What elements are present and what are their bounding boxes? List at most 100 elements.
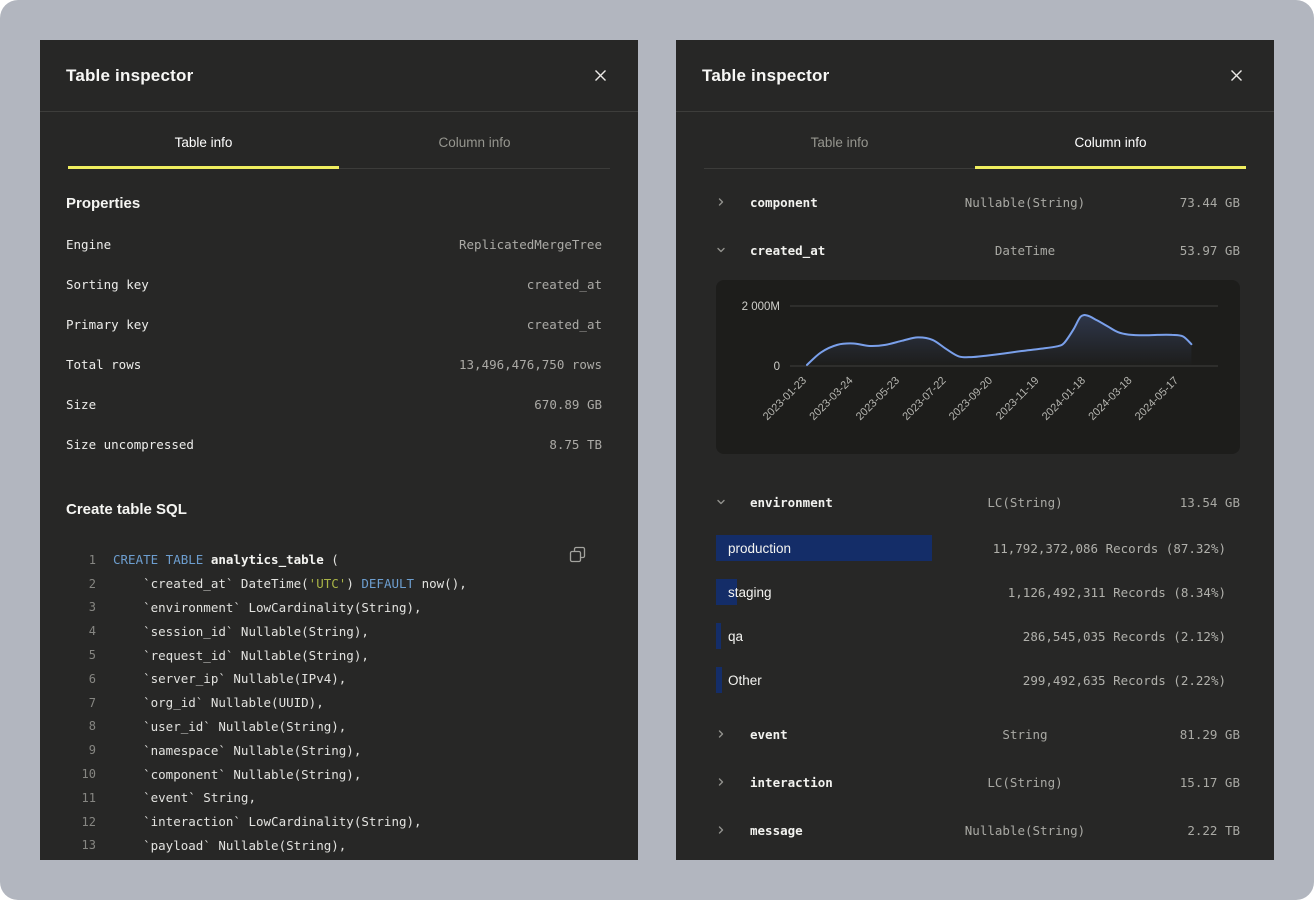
tab-label: Table info (175, 135, 233, 150)
close-button[interactable] (1224, 64, 1248, 88)
chevron-right-icon[interactable] (716, 197, 726, 207)
modal-title: Table inspector (66, 66, 193, 86)
modal-title: Table inspector (702, 66, 829, 86)
value-label: qa (728, 629, 743, 644)
column-row-component[interactable]: component Nullable(String) 73.44 GB (716, 178, 1240, 226)
property-row: Total rows 13,496,476,750 rows (66, 357, 602, 397)
created-at-distribution-chart: 2 000M02023-01-232023-03-242023-05-23202… (716, 280, 1240, 454)
column-type: LC(String) (920, 775, 1130, 790)
line-number: 3 (66, 600, 96, 614)
x-axis-tick-label: 2024-01-18 (1040, 375, 1088, 423)
property-value: 670.89 GB (534, 397, 602, 412)
tab-bar: Table info Column info (68, 112, 610, 169)
column-name: created_at (750, 243, 920, 258)
column-row-message[interactable]: message Nullable(String) 2.22 TB (716, 806, 1240, 854)
column-info-panel: component Nullable(String) 73.44 GB crea… (676, 169, 1274, 854)
desktop-background: Table inspector Table info Column info Pr… (0, 0, 1314, 900)
sql-line: 4 `session_id` Nullable(String), (66, 619, 602, 643)
line-number: 2 (66, 577, 96, 591)
column-type: DateTime (920, 243, 1130, 258)
line-code: `component` Nullable(String), (113, 767, 361, 782)
sql-line: 14 `message` Nullable(String) (66, 857, 602, 860)
chevron-down-icon[interactable] (716, 497, 726, 507)
property-value: created_at (527, 317, 602, 332)
line-code: `created_at` DateTime('UTC') DEFAULT now… (113, 576, 467, 591)
value-distribution-row-qa: qa 286,545,035 Records (2.12%) (716, 614, 1240, 658)
column-size: 13.54 GB (1130, 495, 1240, 510)
value-records-count: 1,126,492,311 Records (8.34%) (1008, 585, 1240, 600)
tab-column-info[interactable]: Column info (339, 112, 610, 169)
close-button[interactable] (588, 64, 612, 88)
sql-code-block: 1 CREATE TABLE analytics_table ( 2 `crea… (66, 548, 602, 860)
column-name: message (750, 823, 920, 838)
line-number: 11 (66, 791, 96, 805)
sql-line: 10 `component` Nullable(String), (66, 762, 602, 786)
column-size: 73.44 GB (1130, 195, 1240, 210)
sql-line: 7 `org_id` Nullable(UUID), (66, 691, 602, 715)
value-records-count: 286,545,035 Records (2.12%) (1023, 629, 1240, 644)
tab-table-info[interactable]: Table info (68, 112, 339, 169)
line-code: `session_id` Nullable(String), (113, 624, 369, 639)
property-label: Primary key (66, 317, 149, 332)
table-inspector-modal-column-info: Table inspector Table info Column info co… (676, 40, 1274, 860)
line-number: 13 (66, 838, 96, 852)
properties-list: Engine ReplicatedMergeTree Sorting key c… (66, 237, 602, 477)
property-label: Engine (66, 237, 111, 252)
column-row-created_at[interactable]: created_at DateTime 53.97 GB (716, 226, 1240, 274)
x-axis-tick-label: 2023-03-24 (807, 375, 855, 423)
value-label: Other (728, 673, 762, 688)
column-name: environment (750, 495, 920, 510)
copy-sql-button[interactable] (569, 546, 586, 566)
column-row-event[interactable]: event String 81.29 GB (716, 710, 1240, 758)
x-axis-tick-label: 2023-05-23 (854, 375, 902, 423)
column-type: LC(String) (920, 495, 1130, 510)
tab-table-info[interactable]: Table info (704, 112, 975, 169)
sql-line: 1 CREATE TABLE analytics_table ( (66, 548, 602, 572)
line-code: `user_id` Nullable(String), (113, 719, 346, 734)
line-code: `interaction` LowCardinality(String), (113, 814, 422, 829)
line-number: 1 (66, 553, 96, 567)
x-axis-tick-label: 2023-11-19 (994, 375, 1042, 423)
tab-label: Table info (811, 135, 869, 150)
line-number: 4 (66, 624, 96, 638)
column-size: 15.17 GB (1130, 775, 1240, 790)
line-code: `environment` LowCardinality(String), (113, 600, 422, 615)
modal-header: Table inspector (40, 40, 638, 112)
column-row-interaction[interactable]: interaction LC(String) 15.17 GB (716, 758, 1240, 806)
column-name: component (750, 195, 920, 210)
line-code: `payload` Nullable(String), (113, 838, 346, 853)
line-number: 9 (66, 743, 96, 757)
tab-column-info[interactable]: Column info (975, 112, 1246, 169)
sql-line: 5 `request_id` Nullable(String), (66, 643, 602, 667)
sql-lines: 1 CREATE TABLE analytics_table ( 2 `crea… (66, 548, 602, 860)
chevron-right-icon[interactable] (716, 825, 726, 835)
line-number: 5 (66, 648, 96, 662)
value-distribution-row-staging: staging 1,126,492,311 Records (8.34%) (716, 570, 1240, 614)
copy-icon (569, 546, 586, 563)
property-label: Size (66, 397, 96, 412)
table-info-panel: Properties Engine ReplicatedMergeTree So… (40, 169, 638, 860)
column-size: 81.29 GB (1130, 727, 1240, 742)
sql-line: 6 `server_ip` Nullable(IPv4), (66, 667, 602, 691)
line-code: `request_id` Nullable(String), (113, 648, 369, 663)
x-axis-tick-label: 2023-01-23 (761, 375, 809, 423)
chevron-down-icon[interactable] (716, 245, 726, 255)
value-distribution-row-other: Other 299,492,635 Records (2.22%) (716, 658, 1240, 702)
property-row: Size uncompressed 8.75 TB (66, 437, 602, 477)
property-row: Primary key created_at (66, 317, 602, 357)
property-label: Sorting key (66, 277, 149, 292)
chevron-right-icon[interactable] (716, 729, 726, 739)
column-name: interaction (750, 775, 920, 790)
close-icon (594, 69, 607, 82)
line-code: `namespace` Nullable(String), (113, 743, 361, 758)
chevron-right-icon[interactable] (716, 777, 726, 787)
value-label: staging (728, 585, 772, 600)
value-records-count: 299,492,635 Records (2.22%) (1023, 673, 1240, 688)
tab-label: Column info (1074, 135, 1146, 150)
property-value: 8.75 TB (549, 437, 602, 452)
y-axis-tick-label: 0 (774, 361, 780, 373)
property-label: Total rows (66, 357, 141, 372)
created-at-chart-svg: 2 000M02023-01-232023-03-242023-05-23202… (716, 280, 1240, 454)
column-row-environment[interactable]: environment LC(String) 13.54 GB (716, 478, 1240, 526)
property-row: Size 670.89 GB (66, 397, 602, 437)
